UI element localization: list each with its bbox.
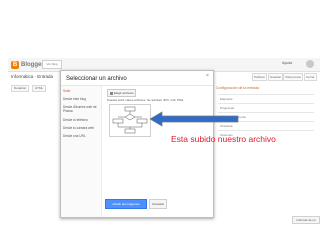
annotation-text: Esta subido nuestro archivo bbox=[171, 134, 276, 144]
annotation-arrow-icon bbox=[149, 111, 239, 127]
